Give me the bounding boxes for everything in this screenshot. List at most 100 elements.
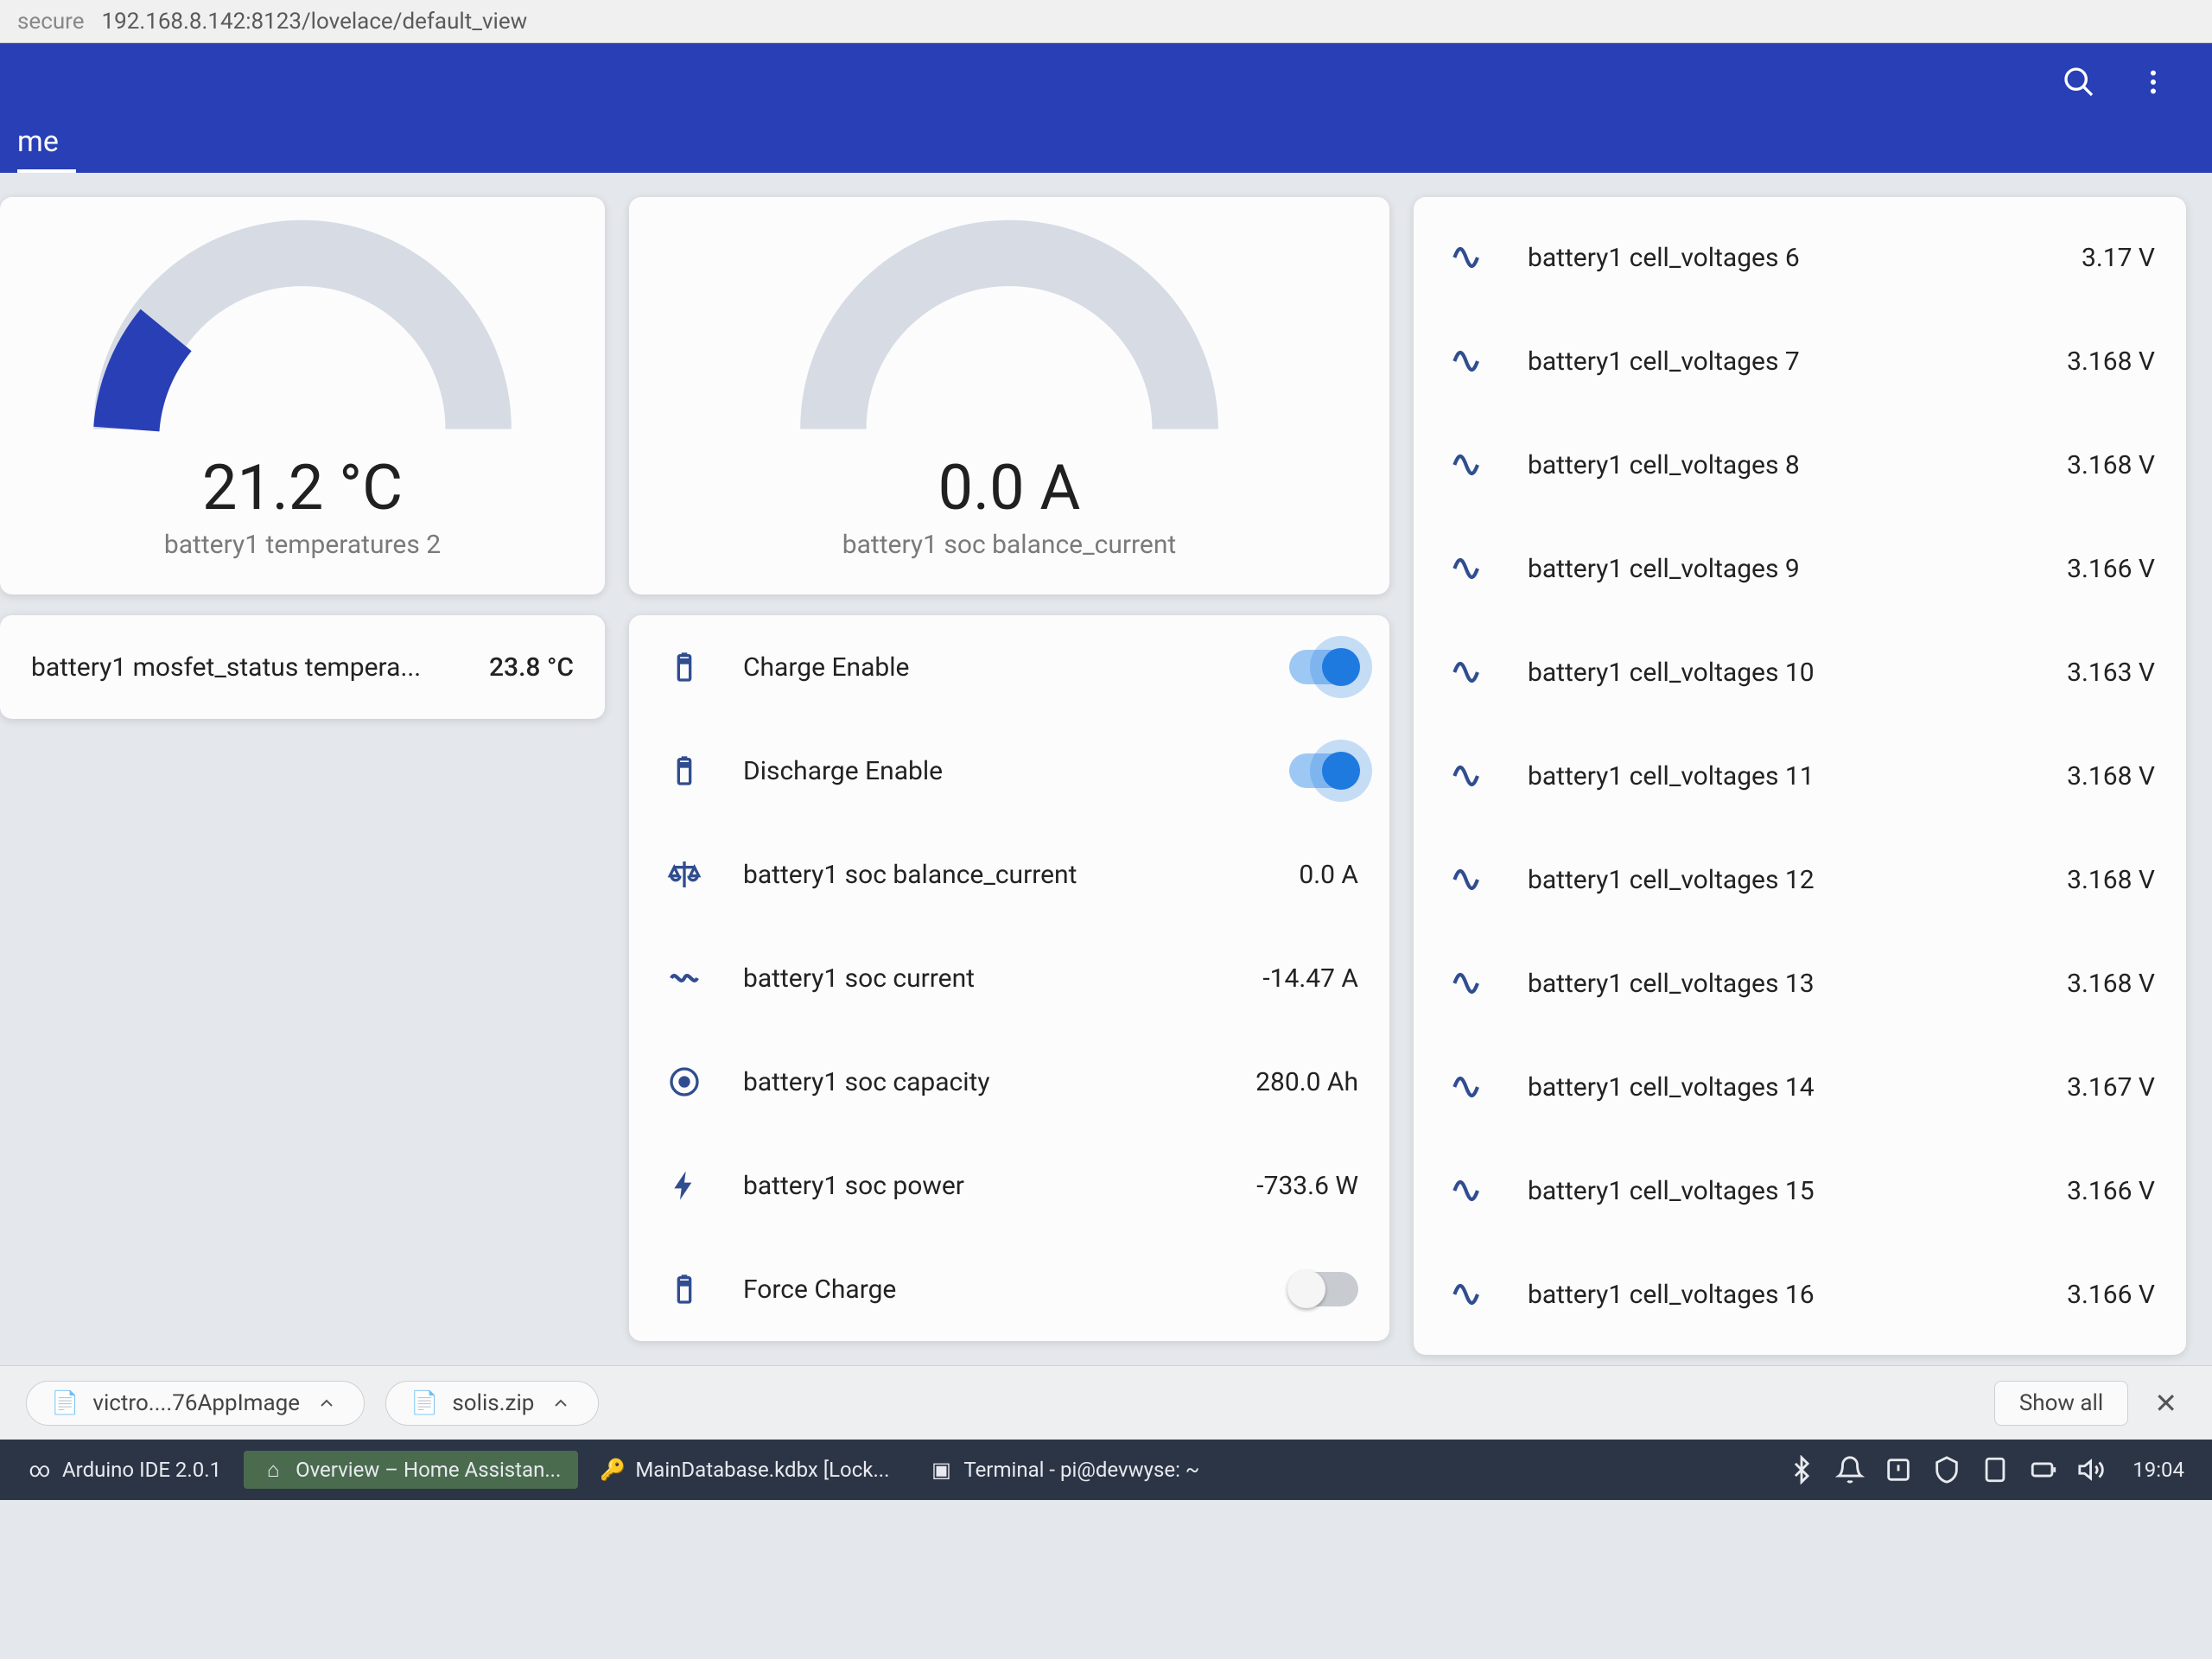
entity-row[interactable]: Force Charge: [629, 1237, 1389, 1341]
tab-home[interactable]: me: [17, 124, 76, 173]
entity-value: 280.0 Ah: [1203, 1067, 1358, 1097]
mosfet-temp-row[interactable]: battery1 mosfet_status tempera... 23.8 °…: [0, 615, 605, 719]
voltage-row[interactable]: battery1 cell_voltages 113.168 V: [1414, 724, 2186, 828]
gauge-balance-current[interactable]: 0.0 A battery1 soc balance_current: [629, 197, 1389, 594]
entity-value: -14.47 A: [1203, 963, 1358, 994]
url-text: 192.168.8.142:8123/lovelace/default_view: [102, 9, 528, 35]
voltage-row[interactable]: battery1 cell_voltages 153.166 V: [1414, 1139, 2186, 1243]
sine-icon: [1445, 1270, 1493, 1319]
sine-icon: [1445, 544, 1493, 593]
voltage-label: battery1 cell_voltages 10: [1528, 658, 1999, 688]
app-icon: 🔑: [601, 1458, 625, 1482]
voltage-label: battery1 cell_voltages 6: [1528, 243, 1999, 273]
voltage-row[interactable]: battery1 cell_voltages 133.168 V: [1414, 931, 2186, 1035]
taskbar: ∞ Arduino IDE 2.0.1 ⌂ Overview – Home As…: [0, 1440, 2212, 1500]
download-item[interactable]: 📄 solis.zip: [385, 1381, 599, 1426]
browser-url-bar[interactable]: secure 192.168.8.142:8123/lovelace/defau…: [0, 0, 2212, 43]
search-icon[interactable]: [2055, 58, 2103, 106]
voltage-label: battery1 cell_voltages 15: [1528, 1176, 1999, 1206]
bell-icon[interactable]: [1835, 1455, 1865, 1484]
update-icon[interactable]: [1884, 1455, 1913, 1484]
close-icon[interactable]: ✕: [2145, 1387, 2186, 1420]
app-icon: ∞: [28, 1458, 52, 1482]
flash-icon: [660, 1161, 709, 1210]
mosfet-label: battery1 mosfet_status tempera...: [31, 652, 421, 683]
voltage-row[interactable]: battery1 cell_voltages 103.163 V: [1414, 620, 2186, 724]
taskbar-item-homeassistant[interactable]: ⌂ Overview – Home Assistan...: [244, 1451, 578, 1489]
voltage-value: 3.166 V: [1999, 1176, 2155, 1206]
voltage-label: battery1 cell_voltages 14: [1528, 1072, 1999, 1103]
battery-icon[interactable]: [2029, 1455, 2058, 1484]
entity-row[interactable]: battery1 soc power-733.6 W: [629, 1134, 1389, 1237]
entity-label: battery1 soc current: [743, 963, 1203, 994]
voltage-value: 3.168 V: [1999, 450, 2155, 480]
entity-label: battery1 soc balance_current: [743, 860, 1203, 890]
kebab-menu-icon[interactable]: [2129, 58, 2177, 106]
voltage-value: 3.167 V: [1999, 1072, 2155, 1103]
sine-icon: [1445, 648, 1493, 696]
sine-icon: [1445, 752, 1493, 800]
chevron-up-icon[interactable]: [314, 1390, 340, 1416]
voltage-row[interactable]: battery1 cell_voltages 143.167 V: [1414, 1035, 2186, 1139]
gauge-temperature[interactable]: 21.2 °C battery1 temperatures 2: [0, 197, 605, 594]
voltage-label: battery1 cell_voltages 8: [1528, 450, 1999, 480]
battery-icon: [660, 643, 709, 691]
voltage-value: 3.166 V: [1999, 554, 2155, 584]
taskbar-item-terminal[interactable]: ▣ Terminal - pi@devwyse: ~: [912, 1451, 1217, 1489]
clipboard-icon[interactable]: [1980, 1455, 2010, 1484]
sine-icon: [1445, 337, 1493, 385]
sine-icon: [1445, 1063, 1493, 1111]
voltage-label: battery1 cell_voltages 7: [1528, 346, 1999, 377]
entity-value: 0.0 A: [1203, 860, 1358, 890]
download-filename: victro....76AppImage: [92, 1390, 300, 1416]
voltage-label: battery1 cell_voltages 16: [1528, 1280, 1999, 1310]
entity-label: Force Charge: [743, 1274, 1289, 1305]
entity-row[interactable]: battery1 soc balance_current0.0 A: [629, 823, 1389, 926]
voltage-row[interactable]: battery1 cell_voltages 73.168 V: [1414, 309, 2186, 413]
app-header: [0, 43, 2212, 121]
voltages-card: battery1 cell_voltages 63.17 Vbattery1 c…: [1414, 197, 2186, 1355]
gauge-temp-label: battery1 temperatures 2: [164, 530, 441, 560]
toggle-switch[interactable]: [1289, 1272, 1358, 1306]
entity-label: Discharge Enable: [743, 756, 1289, 786]
voltage-value: 3.163 V: [1999, 658, 2155, 688]
show-all-button[interactable]: Show all: [1994, 1381, 2128, 1426]
chevron-up-icon[interactable]: [548, 1390, 574, 1416]
mosfet-value: 23.8 °C: [489, 652, 574, 683]
voltage-value: 3.168 V: [1999, 761, 2155, 791]
voltage-label: battery1 cell_voltages 12: [1528, 865, 1999, 895]
sine-icon: [1445, 233, 1493, 282]
entity-label: Charge Enable: [743, 652, 1289, 683]
file-icon: 📄: [51, 1390, 79, 1416]
voltage-row[interactable]: battery1 cell_voltages 63.17 V: [1414, 206, 2186, 309]
voltage-row[interactable]: battery1 cell_voltages 83.168 V: [1414, 413, 2186, 517]
entity-value: -733.6 W: [1203, 1171, 1358, 1201]
secure-label: secure: [17, 9, 85, 35]
entity-row[interactable]: battery1 soc current-14.47 A: [629, 926, 1389, 1030]
voltage-row[interactable]: battery1 cell_voltages 93.166 V: [1414, 517, 2186, 620]
bluetooth-icon[interactable]: [1787, 1455, 1816, 1484]
entity-row[interactable]: battery1 soc capacity280.0 Ah: [629, 1030, 1389, 1134]
voltage-row[interactable]: battery1 cell_voltages 163.166 V: [1414, 1243, 2186, 1346]
download-item[interactable]: 📄 victro....76AppImage: [26, 1381, 365, 1426]
sine-icon: [1445, 959, 1493, 1007]
file-icon: 📄: [410, 1390, 438, 1416]
gauge-balance-label: battery1 soc balance_current: [842, 530, 1176, 560]
tabs: me: [0, 121, 2212, 173]
sine-icon: [1445, 441, 1493, 489]
taskbar-item-arduino[interactable]: ∞ Arduino IDE 2.0.1: [10, 1451, 238, 1489]
entity-row[interactable]: Discharge Enable: [629, 719, 1389, 823]
toggle-switch[interactable]: [1289, 650, 1358, 684]
volume-icon[interactable]: [2077, 1455, 2107, 1484]
system-tray: 19:04: [1787, 1455, 2202, 1484]
entity-row[interactable]: Charge Enable: [629, 615, 1389, 719]
toggle-switch[interactable]: [1289, 753, 1358, 788]
clock[interactable]: 19:04: [2133, 1458, 2184, 1482]
shield-icon[interactable]: [1932, 1455, 1961, 1484]
battery-icon: [660, 1265, 709, 1313]
voltage-row[interactable]: battery1 cell_voltages 123.168 V: [1414, 828, 2186, 931]
gauge-balance-value: 0.0 A: [938, 451, 1081, 524]
download-filename: solis.zip: [452, 1390, 534, 1416]
voltage-value: 3.17 V: [1999, 243, 2155, 273]
taskbar-item-keepass[interactable]: 🔑 MainDatabase.kdbx [Lock...: [583, 1451, 906, 1489]
